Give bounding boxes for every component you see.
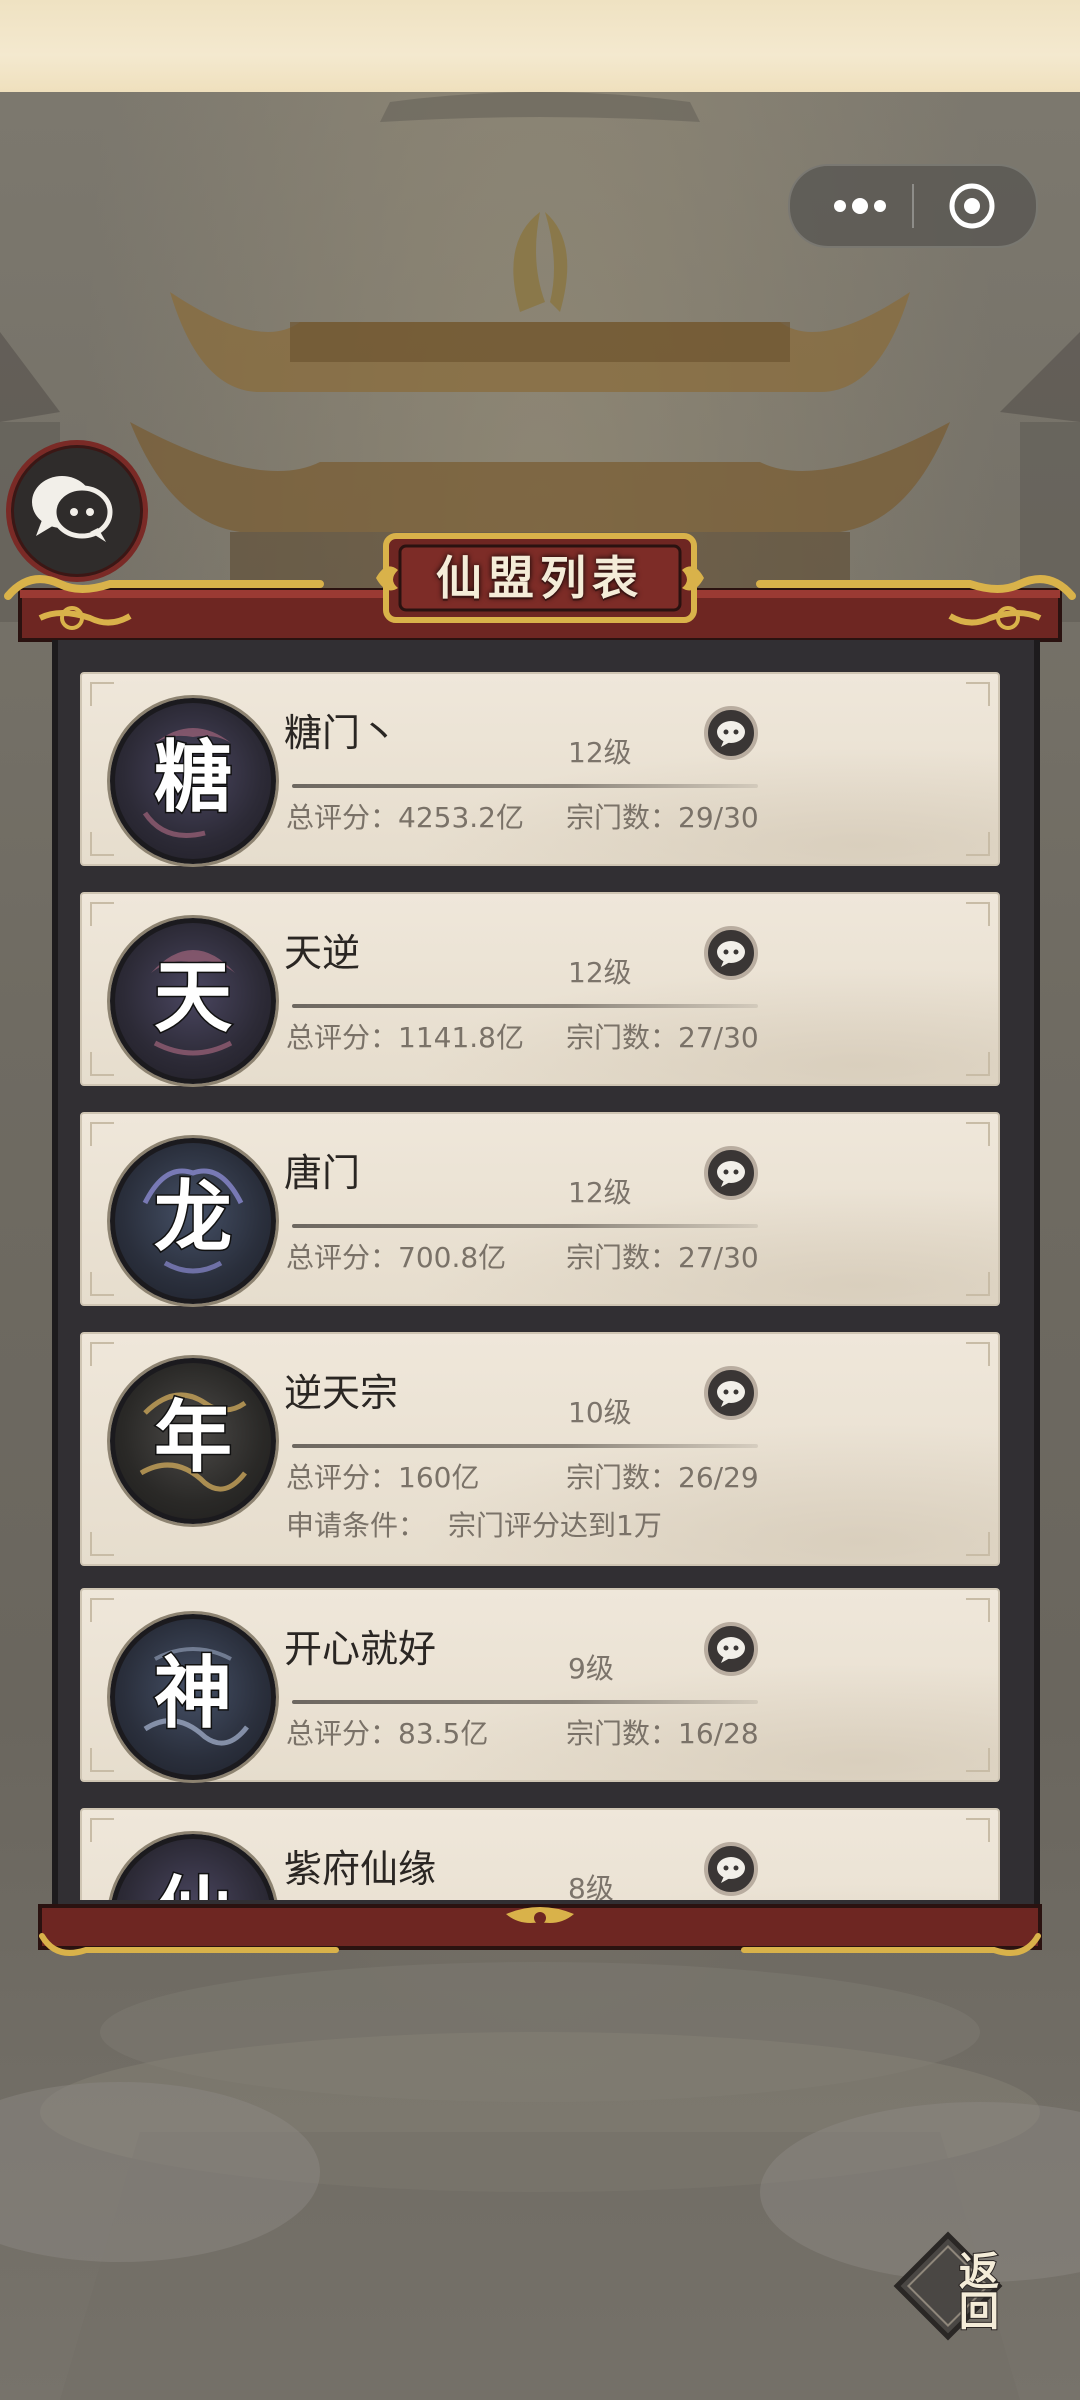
- card-corner-ornament: [90, 682, 114, 706]
- card-corner-ornament: [966, 1122, 990, 1146]
- alliance-list[interactable]: 糖 糖门丶 12级 总评分：4253.2亿 宗门数：29/30 天 天逆 12级…: [80, 668, 1000, 1900]
- alliance-members: 宗门数：27/30: [566, 1021, 759, 1054]
- alliance-score: 总评分：4253.2亿: [286, 801, 524, 834]
- chat-bubble-icon: [717, 1381, 745, 1407]
- card-corner-ornament: [966, 1748, 990, 1772]
- alliance-members: 宗门数：29/30: [566, 801, 759, 834]
- alliance-card[interactable]: 糖 糖门丶 12级 总评分：4253.2亿 宗门数：29/30: [80, 672, 1000, 866]
- card-corner-ornament: [90, 1342, 114, 1366]
- alliance-name: 糖门丶: [284, 711, 399, 755]
- alliance-card[interactable]: 年 逆天宗 10级 总评分：160亿 宗门数：26/29 申请条件： 宗门评分达到…: [80, 1332, 1000, 1566]
- alliance-score: 总评分：160亿: [286, 1461, 480, 1494]
- card-corner-ornament: [90, 902, 114, 926]
- card-corner-ornament: [90, 1272, 114, 1296]
- name-underline: [292, 1700, 758, 1704]
- alliance-level: 8级: [568, 1872, 614, 1900]
- alliance-emblem: 天: [110, 918, 276, 1084]
- alliance-members: 宗门数：27/30: [566, 1241, 759, 1274]
- card-corner-ornament: [966, 902, 990, 926]
- alliance-score: 总评分：700.8亿: [286, 1241, 507, 1274]
- emblem-character: 仙: [115, 1839, 271, 1901]
- card-corner-ornament: [966, 1342, 990, 1366]
- back-button-label: 返回: [951, 2249, 1000, 2331]
- alliance-score: 总评分：83.5亿: [286, 1717, 489, 1750]
- card-corner-ornament: [966, 1818, 990, 1842]
- target-close-icon: [949, 183, 995, 229]
- panel-bottom-frame: [38, 1904, 1042, 1956]
- name-underline: [292, 1224, 758, 1228]
- name-underline: [292, 1004, 758, 1008]
- emblem-character: 糖: [152, 731, 233, 825]
- alliance-members: 宗门数：26/29: [566, 1461, 759, 1494]
- chat-bubble-icon: [717, 941, 745, 967]
- alliance-emblem: 糖: [110, 698, 276, 864]
- alliance-level: 12级: [568, 956, 632, 989]
- alliance-emblem: 神: [110, 1614, 276, 1780]
- alliance-chat-button[interactable]: [704, 1366, 758, 1420]
- panel-title: 仙盟列表: [436, 551, 644, 605]
- chat-bubble-icon: [717, 1637, 745, 1663]
- card-corner-ornament: [966, 1272, 990, 1296]
- card-corner-ornament: [90, 1122, 114, 1146]
- mini-program-capsule: [788, 164, 1038, 248]
- capsule-divider: [912, 184, 914, 228]
- card-corner-ornament: [966, 682, 990, 706]
- alliance-name: 紫府仙缘: [284, 1847, 437, 1891]
- alliance-emblem: 年: [110, 1358, 276, 1524]
- alliance-card[interactable]: 神 开心就好 9级 总评分：83.5亿 宗门数：16/28: [80, 1588, 1000, 1782]
- alliance-emblem: 仙: [110, 1834, 276, 1900]
- card-corner-ornament: [90, 1598, 114, 1622]
- emblem-character: 龙: [152, 1171, 233, 1265]
- card-corner-ornament: [90, 1052, 114, 1076]
- alliance-chat-button[interactable]: [704, 926, 758, 980]
- card-corner-ornament: [90, 1748, 114, 1772]
- alliance-score: 总评分：1141.8亿: [286, 1021, 524, 1054]
- card-corner-ornament: [966, 1052, 990, 1076]
- alliance-requirement: 申请条件： 宗门评分达到1万: [286, 1509, 662, 1542]
- emblem-character: 年: [152, 1391, 233, 1485]
- alliance-level: 9级: [568, 1652, 614, 1685]
- alliance-card[interactable]: 龙 唐门 12级 总评分：700.8亿 宗门数：27/30: [80, 1112, 1000, 1306]
- status-bar-area: [0, 0, 1080, 92]
- card-corner-ornament: [90, 1818, 114, 1842]
- card-corner-ornament: [966, 1598, 990, 1622]
- chat-bubble-icon: [717, 1857, 745, 1883]
- alliance-name: 逆天宗: [284, 1371, 399, 1415]
- card-corner-ornament: [90, 832, 114, 856]
- alliance-chat-button[interactable]: [704, 706, 758, 760]
- alliance-card[interactable]: 仙 紫府仙缘 8级: [80, 1808, 1000, 1900]
- more-button[interactable]: [810, 166, 910, 246]
- alliance-name: 唐门: [284, 1151, 361, 1195]
- alliance-level: 12级: [568, 736, 632, 769]
- alliance-chat-button[interactable]: [704, 1146, 758, 1200]
- name-underline: [292, 1444, 758, 1448]
- alliance-name: 天逆: [284, 931, 361, 975]
- alliance-chat-button[interactable]: [704, 1622, 758, 1676]
- alliance-level: 12级: [568, 1176, 632, 1209]
- close-button[interactable]: [916, 166, 1034, 246]
- chat-bubble-icon: [717, 1161, 745, 1187]
- name-underline: [292, 784, 758, 788]
- alliance-name: 开心就好: [284, 1627, 437, 1671]
- chat-bubble-icon: [717, 721, 745, 747]
- card-corner-ornament: [90, 1532, 114, 1556]
- alliance-level: 10级: [568, 1396, 632, 1429]
- alliance-emblem: 龙: [110, 1138, 276, 1304]
- card-corner-ornament: [966, 1532, 990, 1556]
- alliance-members: 宗门数：16/28: [566, 1717, 759, 1750]
- emblem-character: 神: [152, 1647, 233, 1741]
- more-dots-icon: [834, 198, 886, 214]
- emblem-character: 天: [152, 951, 233, 1045]
- alliance-card[interactable]: 天 天逆 12级 总评分：1141.8亿 宗门数：27/30: [80, 892, 1000, 1086]
- alliance-chat-button[interactable]: [704, 1842, 758, 1896]
- card-corner-ornament: [966, 832, 990, 856]
